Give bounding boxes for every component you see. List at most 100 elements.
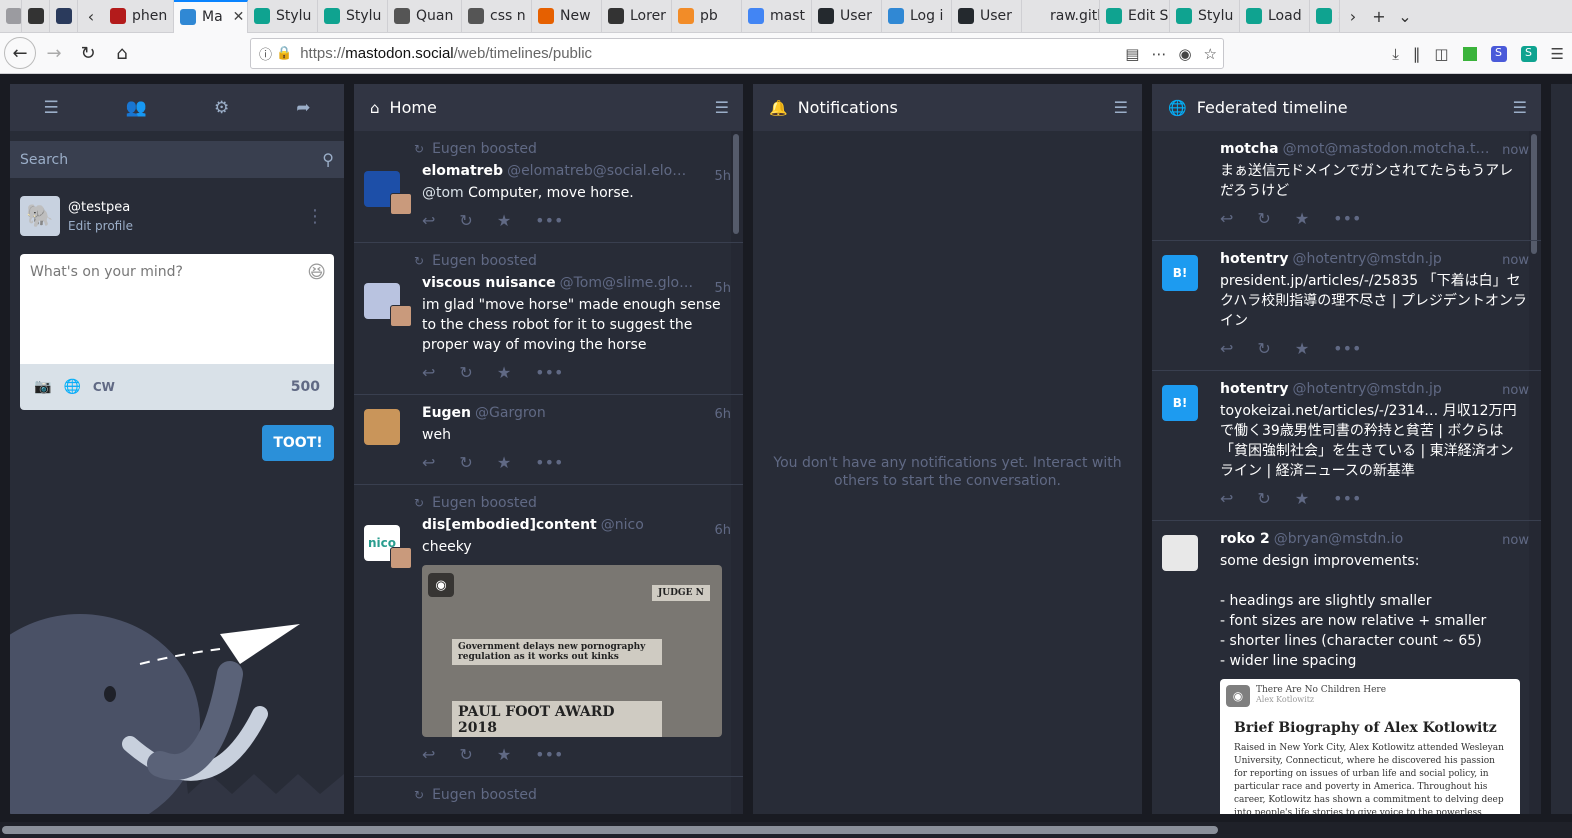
browser-tab[interactable]: Log i	[882, 0, 952, 33]
new-tab-icon[interactable]: +	[1366, 0, 1392, 33]
column-settings-icon[interactable]: ☰	[1513, 98, 1527, 117]
booster-avatar[interactable]	[390, 305, 412, 327]
horizontal-scrollbar[interactable]	[2, 826, 1218, 834]
status-item[interactable]: ↻ Eugen boosted viscous nuisance @Tom@slime…	[354, 243, 743, 395]
booster-avatar[interactable]	[390, 547, 412, 569]
eye-icon[interactable]: ◉	[1226, 685, 1250, 707]
reader-view-icon[interactable]: ▤	[1125, 45, 1139, 63]
browser-tab[interactable]: S	[1310, 0, 1340, 33]
stylus-extension-icon[interactable]: S	[1520, 45, 1537, 62]
star-icon[interactable]: ★	[497, 211, 511, 230]
status-item[interactable]: B! hotentry @hotentry@mstdn.jp now president…	[1152, 241, 1541, 371]
link-preview-card[interactable]: ◉ There Are No Children Here Alex Kotlowit…	[1220, 679, 1520, 814]
avatar[interactable]: B!	[1162, 385, 1198, 421]
browser-tab[interactable]	[0, 0, 22, 33]
star-icon[interactable]: ★	[1295, 209, 1309, 228]
account-handle[interactable]: @Gargron	[475, 405, 546, 421]
display-name[interactable]: roko 2	[1220, 531, 1270, 547]
browser-tab[interactable]: New	[532, 0, 602, 33]
reply-icon[interactable]: ↩	[422, 211, 435, 230]
forward-icon[interactable]: →	[38, 37, 70, 69]
browser-tab[interactable]: Load	[1240, 0, 1310, 33]
more-icon[interactable]: •••	[535, 453, 563, 472]
display-name[interactable]: elomatreb	[422, 163, 503, 179]
emoji-picker-icon[interactable]: 😆	[307, 262, 326, 283]
timestamp[interactable]: now	[1502, 383, 1529, 398]
status-item[interactable]: motcha @mot@mastodon.motcha.tech now まぁ送信元ド…	[1152, 131, 1541, 241]
browser-tab[interactable]: Lorer	[602, 0, 672, 33]
library-icon[interactable]: ‖	[1413, 45, 1421, 63]
browser-tab[interactable]: User	[812, 0, 882, 33]
browser-tab[interactable]: Edit S	[1100, 0, 1170, 33]
info-icon[interactable]: ⓘ	[259, 44, 272, 63]
account-handle[interactable]: @mot@mastodon.motcha.tech	[1283, 141, 1497, 157]
star-icon[interactable]: ★	[497, 363, 511, 382]
account-handle[interactable]: @hotentry@mstdn.jp	[1292, 251, 1441, 267]
display-name[interactable]: viscous nuisance	[422, 275, 556, 291]
avatar[interactable]	[1162, 535, 1198, 571]
timestamp[interactable]: 5h	[714, 169, 731, 184]
more-icon[interactable]: •••	[1333, 489, 1361, 508]
eye-icon[interactable]: ◉	[428, 573, 454, 597]
reply-icon[interactable]: ↩	[422, 363, 435, 382]
logout-icon[interactable]: ➦	[296, 98, 310, 118]
search-input[interactable]: Search ⚲	[10, 141, 344, 178]
account-handle[interactable]: @hotentry@mstdn.jp	[1292, 381, 1441, 397]
star-icon[interactable]: ★	[497, 745, 511, 764]
account-handle[interactable]: @testpea	[68, 200, 133, 215]
status-item[interactable]: B! hotentry @hotentry@mstdn.jp now toyokeiza…	[1152, 371, 1541, 521]
more-icon[interactable]: •••	[535, 211, 563, 230]
globe-icon[interactable]: 🌐	[63, 379, 80, 395]
more-icon[interactable]: •••	[1333, 339, 1361, 358]
kebab-icon[interactable]: ⋮	[306, 206, 324, 227]
menu-hamburger-icon[interactable]: ☰	[44, 98, 59, 118]
display-name[interactable]: dis[embodied]content	[422, 517, 597, 533]
account-handle[interactable]: @bryan@mstdn.io	[1274, 531, 1403, 547]
boost-icon[interactable]: ↻	[459, 453, 472, 472]
boost-icon[interactable]: ↻	[1257, 339, 1270, 358]
browser-tab[interactable]: pb	[672, 0, 742, 33]
browser-tab[interactable]: raw.githu	[1022, 0, 1100, 33]
bookmark-star-icon[interactable]: ☆	[1204, 45, 1217, 63]
edit-profile-link[interactable]: Edit profile	[68, 219, 133, 233]
timestamp[interactable]: now	[1502, 253, 1529, 268]
star-icon[interactable]: ★	[497, 453, 511, 472]
sidebar-icon[interactable]: ◫	[1434, 45, 1448, 63]
url-bar[interactable]: ⓘ 🔒 https://mastodon.social/web/timeline…	[250, 38, 1224, 69]
people-icon[interactable]: 👥	[126, 98, 147, 118]
display-name[interactable]: hotentry	[1220, 381, 1288, 397]
browser-tab[interactable]: css n	[462, 0, 532, 33]
timestamp[interactable]: 6h	[714, 523, 731, 538]
reply-icon[interactable]: ↩	[1220, 489, 1233, 508]
display-name[interactable]: hotentry	[1220, 251, 1288, 267]
lock-icon[interactable]: 🔒	[276, 46, 292, 61]
chevron-right-icon[interactable]: ›	[1340, 0, 1366, 33]
reply-icon[interactable]: ↩	[1220, 339, 1233, 358]
browser-tab[interactable]: mast	[742, 0, 812, 33]
boost-icon[interactable]: ↻	[1257, 209, 1270, 228]
avatar[interactable]	[364, 409, 400, 445]
tab-list-icon[interactable]: ‹	[78, 0, 104, 33]
avatar[interactable]: B!	[1162, 255, 1198, 291]
display-name[interactable]: Eugen	[422, 405, 471, 421]
cw-toggle[interactable]: CW	[93, 380, 115, 394]
menu-icon[interactable]: ☰	[1551, 45, 1564, 63]
display-name[interactable]: motcha	[1220, 141, 1279, 157]
boost-icon[interactable]: ↻	[1257, 489, 1270, 508]
extension-green-icon[interactable]	[1462, 46, 1477, 61]
browser-tab[interactable]	[50, 0, 78, 33]
more-icon[interactable]: •••	[1333, 209, 1361, 228]
search-icon[interactable]: ⚲	[322, 150, 334, 169]
url-text[interactable]: https://mastodon.social/web/timelines/pu…	[300, 45, 592, 62]
browser-tab[interactable]	[22, 0, 50, 33]
extension-s-icon[interactable]: S	[1490, 45, 1507, 62]
avatar[interactable]: 🐘	[20, 196, 60, 236]
pocket-icon[interactable]: ◉	[1178, 45, 1191, 63]
page-actions-icon[interactable]: ⋯	[1151, 45, 1166, 63]
browser-tab[interactable]: phen	[104, 0, 174, 33]
booster-avatar[interactable]	[390, 193, 412, 215]
download-icon[interactable]: ⤓	[1392, 45, 1399, 63]
timestamp[interactable]: 5h	[714, 281, 731, 296]
status-item[interactable]: Eugen @Gargron 6h weh ↩ ↻ ★ •••	[354, 395, 743, 485]
federated-header[interactable]: 🌐 Federated timeline ☰	[1152, 84, 1541, 131]
